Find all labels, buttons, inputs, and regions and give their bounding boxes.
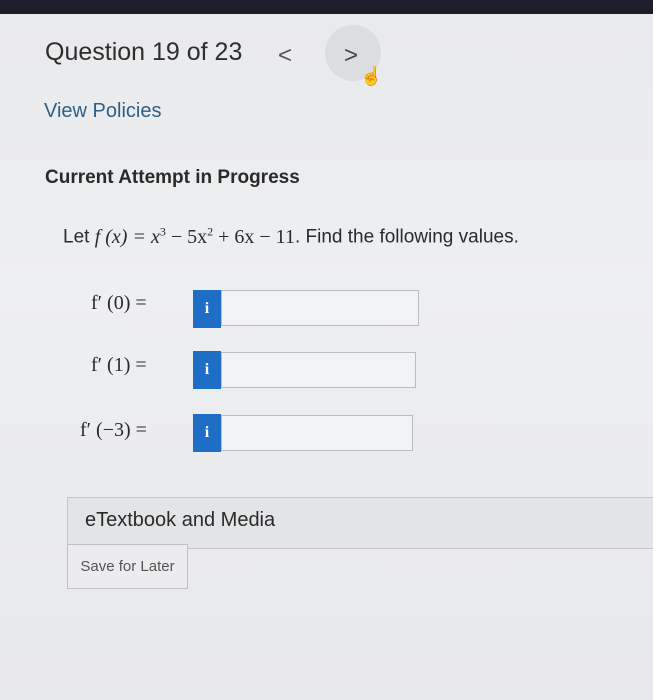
problem-lead: Let — [63, 226, 95, 248]
info-button-2[interactable]: i — [193, 414, 221, 452]
answer-input-2[interactable] — [221, 415, 413, 451]
hand-pointer-icon: ☝ — [360, 66, 383, 86]
problem-function-text: f (x) = x — [94, 225, 160, 248]
etextbook-media-panel[interactable]: eTextbook and Media — [67, 497, 653, 549]
answer-label-1: f′ (1) = — [91, 354, 147, 376]
answer-label-2: f′ (−3) = — [80, 419, 147, 441]
problem-statement: Let f (x) = x3 − 5x2 + 6x − 11. Find the… — [63, 224, 519, 249]
view-policies-link[interactable]: View Policies — [44, 100, 161, 123]
answer-label-0: f′ (0) = — [91, 292, 147, 314]
problem-function: f (x) = x3 − 5x2 + 6x − 11 — [94, 224, 295, 248]
answer-input-0[interactable] — [221, 290, 419, 326]
answer-input-1[interactable] — [221, 352, 416, 388]
top-bar — [0, 0, 653, 14]
save-for-later-button[interactable]: Save for Later — [67, 544, 188, 589]
problem-tail: . Find the following values. — [294, 226, 519, 248]
next-question-chevron-icon[interactable]: > — [344, 42, 358, 70]
attempt-heading: Current Attempt in Progress — [45, 167, 300, 188]
etextbook-media-label: eTextbook and Media — [85, 509, 276, 531]
previous-question-button[interactable]: < — [278, 42, 292, 70]
info-button-0[interactable]: i — [193, 290, 221, 328]
info-button-1[interactable]: i — [193, 351, 221, 389]
question-title: Question 19 of 23 — [45, 38, 243, 66]
problem-rest: + 6x − 11 — [213, 225, 295, 248]
problem-mid: − 5x — [165, 225, 208, 248]
